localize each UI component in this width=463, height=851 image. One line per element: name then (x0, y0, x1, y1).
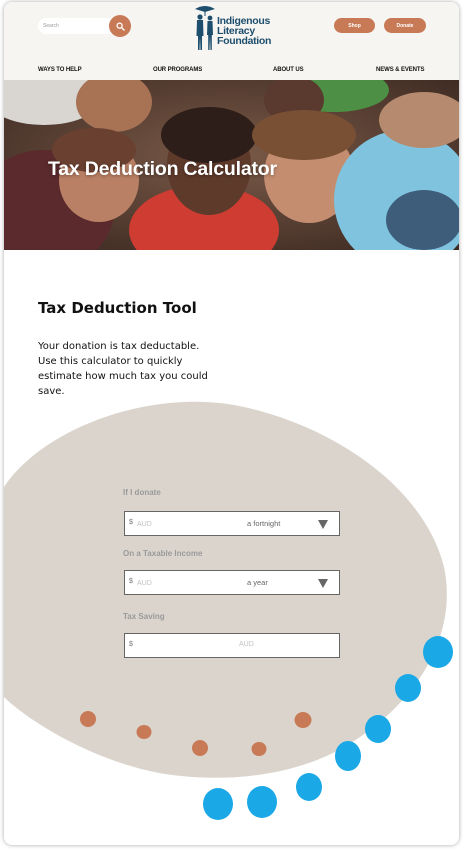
currency-symbol: $ (129, 519, 133, 526)
donate-field[interactable]: $ a fortnight (124, 511, 340, 536)
page-frame: Indigenous Literacy Foundation Shop Dona… (4, 2, 459, 845)
orange-dot (136, 725, 152, 739)
hero-title: Tax Deduction Calculator (48, 158, 277, 180)
donate-button[interactable]: Donate (384, 18, 426, 33)
orange-dot (251, 742, 267, 756)
orange-dot (294, 712, 312, 728)
income-amount-input[interactable] (137, 576, 217, 590)
site-header: Indigenous Literacy Foundation Shop Dona… (4, 2, 459, 80)
nav-our-programs[interactable]: OUR PROGRAMS (153, 67, 202, 73)
currency-symbol: $ (129, 641, 133, 648)
site-logo[interactable]: Indigenous Literacy Foundation (194, 4, 290, 56)
income-period-select[interactable]: a year (247, 578, 268, 587)
orange-dot (80, 711, 96, 727)
blue-dot (203, 788, 233, 820)
nav-news-events[interactable]: NEWS & EVENTS (376, 67, 424, 73)
caret-down-icon[interactable] (318, 520, 328, 529)
currency-symbol: $ (129, 578, 133, 585)
search-icon (115, 21, 125, 31)
saving-label: Tax Saving (123, 612, 165, 621)
blue-dot (365, 715, 391, 743)
orange-dot (192, 740, 208, 756)
search-input[interactable] (38, 18, 116, 34)
nav-about-us[interactable]: ABOUT US (273, 67, 304, 73)
hero-banner: Tax Deduction Calculator (4, 80, 459, 250)
caret-down-icon[interactable] (318, 579, 328, 588)
donate-label: If I donate (123, 488, 161, 497)
logo-line-3: Foundation (217, 35, 272, 47)
blue-dot (247, 786, 277, 818)
income-label: On a Taxable Income (123, 549, 203, 558)
main-nav: WAYS TO HELP OUR PROGRAMS ABOUT US NEWS … (4, 62, 459, 80)
logo-wordmark: Indigenous Literacy Foundation (217, 16, 291, 47)
donate-period-select[interactable]: a fortnight (247, 519, 280, 528)
blue-dot (423, 636, 453, 668)
search-button[interactable] (109, 15, 131, 37)
tax-saving-field: $ AUD (124, 633, 340, 658)
tax-saving-unit: AUD (239, 641, 254, 648)
blue-dot (395, 674, 421, 702)
search-bar (38, 15, 131, 37)
blue-dot (335, 741, 361, 771)
nav-ways-to-help[interactable]: WAYS TO HELP (38, 67, 82, 73)
shop-button[interactable]: Shop (334, 18, 375, 33)
logo-figures-icon (195, 6, 215, 50)
donation-amount-input[interactable] (137, 517, 217, 531)
decorative-background (4, 401, 453, 820)
blue-dot (296, 773, 322, 801)
income-field[interactable]: $ a year (124, 570, 340, 595)
section-title: Tax Deduction Tool (38, 299, 197, 317)
intro-text: Your donation is tax deductable. Use thi… (38, 341, 208, 397)
